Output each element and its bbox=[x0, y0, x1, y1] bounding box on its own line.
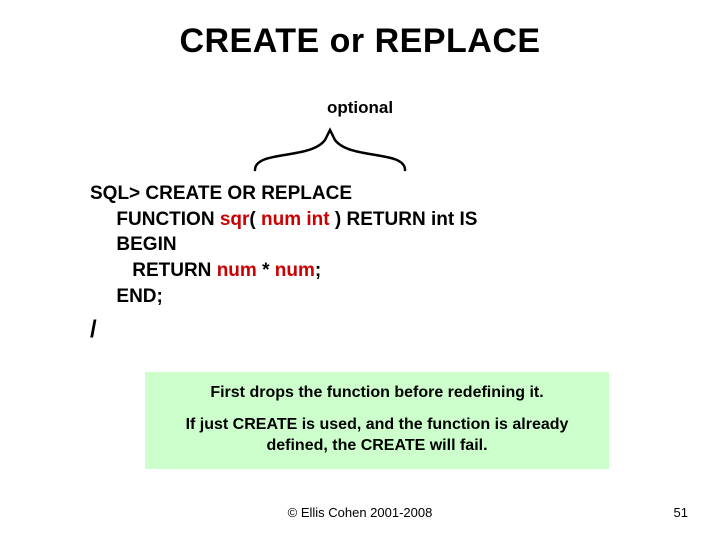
sql-prompt: SQL> bbox=[90, 183, 140, 204]
code-end: END; bbox=[90, 286, 163, 307]
code-text: ) RETURN int IS bbox=[330, 209, 478, 230]
code-text: RETURN bbox=[90, 260, 217, 281]
code-text: FUNCTION bbox=[90, 209, 220, 230]
note-line-2: If just CREATE is used, and the function… bbox=[157, 414, 597, 457]
note-line-1: First drops the function before redefini… bbox=[157, 382, 597, 404]
note-spacer bbox=[157, 404, 597, 414]
code-type: int bbox=[306, 209, 329, 230]
code-begin: BEGIN bbox=[90, 234, 177, 255]
slide-title: CREATE or REPLACE bbox=[0, 22, 720, 61]
code-or-replace: OR REPLACE bbox=[227, 183, 352, 204]
code-func-name: sqr bbox=[220, 209, 250, 230]
code-param: num bbox=[261, 209, 301, 230]
code-text: CREATE bbox=[140, 183, 227, 204]
sql-terminator: / bbox=[90, 316, 97, 344]
code-text: ( bbox=[249, 209, 261, 230]
code-var: num bbox=[275, 260, 315, 281]
footer-copyright: © Ellis Cohen 2001-2008 bbox=[0, 505, 720, 520]
sql-code-block: SQL> CREATE OR REPLACE FUNCTION sqr( num… bbox=[90, 181, 477, 309]
brace-icon bbox=[250, 120, 410, 175]
code-var: num bbox=[217, 260, 257, 281]
optional-label: optional bbox=[0, 98, 720, 118]
note-box: First drops the function before redefini… bbox=[145, 372, 609, 469]
code-text: * bbox=[257, 260, 275, 281]
footer-page-number: 51 bbox=[674, 505, 688, 520]
slide: CREATE or REPLACE optional SQL> CREATE O… bbox=[0, 0, 720, 540]
code-text: ; bbox=[315, 260, 321, 281]
